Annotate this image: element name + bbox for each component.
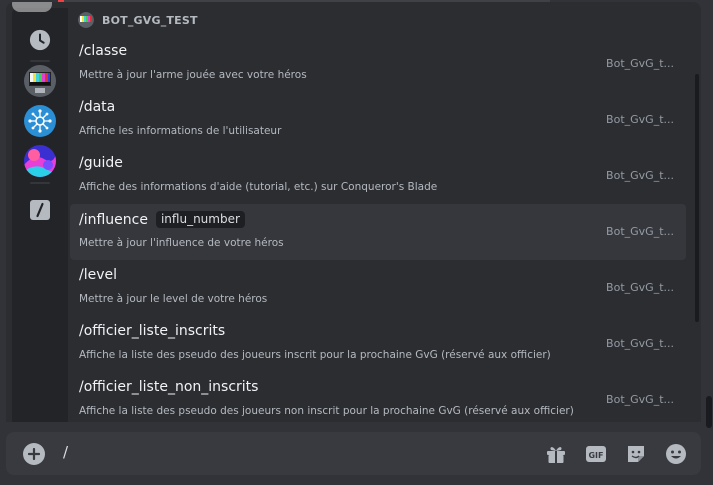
rail-divider xyxy=(30,182,50,184)
command-item[interactable]: /level Mettre à jour le level de votre hé… xyxy=(70,260,686,316)
command-option-pill[interactable]: influ_number xyxy=(155,211,245,228)
scrollbar-thumb[interactable] xyxy=(695,74,699,322)
bot-avatar-tv[interactable] xyxy=(24,65,56,97)
command-list-scrollbar[interactable] xyxy=(695,74,701,322)
message-composer[interactable]: / GIF xyxy=(6,432,701,475)
command-category-rail xyxy=(12,2,68,422)
sticker-icon[interactable] xyxy=(624,442,648,466)
command-item[interactable]: /officier_liste_inscrits Affiche la liste… xyxy=(70,316,686,372)
plus-icon xyxy=(28,448,40,460)
command-description: Mettre à jour l'arme jouée avec votre hé… xyxy=(79,69,307,81)
command-name: /influence xyxy=(79,211,148,228)
slash-command-popup: BOT_GVG_TEST /classe Mettre à jour l'arme… xyxy=(6,2,701,422)
clock-icon[interactable] xyxy=(24,24,56,56)
command-source-app: Bot_GvG_t... xyxy=(606,57,674,70)
add-attachment-button[interactable] xyxy=(23,443,45,465)
command-name-row: /influence influ_number xyxy=(79,211,245,228)
command-item[interactable]: /classe Mettre à jour l'arme jouée avec v… xyxy=(70,36,686,92)
popup-top-border xyxy=(58,0,550,2)
command-item[interactable]: /data Affiche les informations de l'utili… xyxy=(70,92,686,148)
command-description: Affiche des informations d'aide (tutoria… xyxy=(79,181,438,193)
chat-scrollbar-thumb[interactable] xyxy=(706,396,712,428)
command-name: /level xyxy=(79,267,118,283)
partial-avatar xyxy=(12,2,52,12)
bot-section-title: BOT_GVG_TEST xyxy=(102,13,198,27)
emoji-icon[interactable] xyxy=(664,442,688,466)
bot-avatar-colorful[interactable] xyxy=(24,145,56,177)
command-name: /data xyxy=(79,99,116,115)
command-source-app: Bot_GvG_t... xyxy=(606,337,674,350)
command-name-row: /officier_liste_inscrits xyxy=(79,323,225,339)
command-source-app: Bot_GvG_t... xyxy=(606,393,674,406)
command-source-app: Bot_GvG_t... xyxy=(606,281,674,294)
command-description: Affiche les informations de l'utilisateu… xyxy=(79,125,282,137)
command-name-row: /officier_liste_non_inscrits xyxy=(79,379,258,395)
command-name-row: /data xyxy=(79,99,115,115)
gif-icon[interactable]: GIF xyxy=(584,442,608,466)
command-source-app: Bot_GvG_t... xyxy=(606,225,674,238)
bot-section-icon xyxy=(78,12,94,28)
message-input[interactable]: / xyxy=(63,443,68,461)
command-name: /officier_liste_inscrits xyxy=(79,323,226,339)
slash-command-icon[interactable] xyxy=(24,194,56,226)
unread-indicator xyxy=(58,0,64,2)
command-item[interactable]: /guide Affiche des informations d'aide (t… xyxy=(70,148,686,204)
command-description: Affiche la liste des pseudo des joueurs … xyxy=(79,405,574,417)
command-source-app: Bot_GvG_t... xyxy=(606,169,674,182)
command-description: Affiche la liste des pseudo des joueurs … xyxy=(79,349,551,361)
rail-divider xyxy=(30,60,50,62)
command-name-row: /level xyxy=(79,267,117,283)
command-source-app: Bot_GvG_t... xyxy=(606,113,674,126)
gift-icon[interactable] xyxy=(544,442,568,466)
command-item[interactable]: /officier_liste_non_inscrits Affiche la l… xyxy=(70,372,686,422)
bot-avatar-network[interactable] xyxy=(24,105,56,137)
command-name-row: /guide xyxy=(79,155,123,171)
command-name-row: /classe xyxy=(79,43,127,59)
command-name: /officier_liste_non_inscrits xyxy=(79,379,259,395)
command-name: /guide xyxy=(79,155,123,171)
svg-text:GIF: GIF xyxy=(588,451,603,460)
command-name: /classe xyxy=(79,43,128,59)
command-description: Mettre à jour le level de votre héros xyxy=(79,293,268,305)
command-description: Mettre à jour l'influence de votre héros xyxy=(79,237,284,249)
bot-section-header: BOT_GVG_TEST xyxy=(78,12,198,28)
command-item[interactable]: /influence influ_number Mettre à jour l'in… xyxy=(70,204,686,260)
